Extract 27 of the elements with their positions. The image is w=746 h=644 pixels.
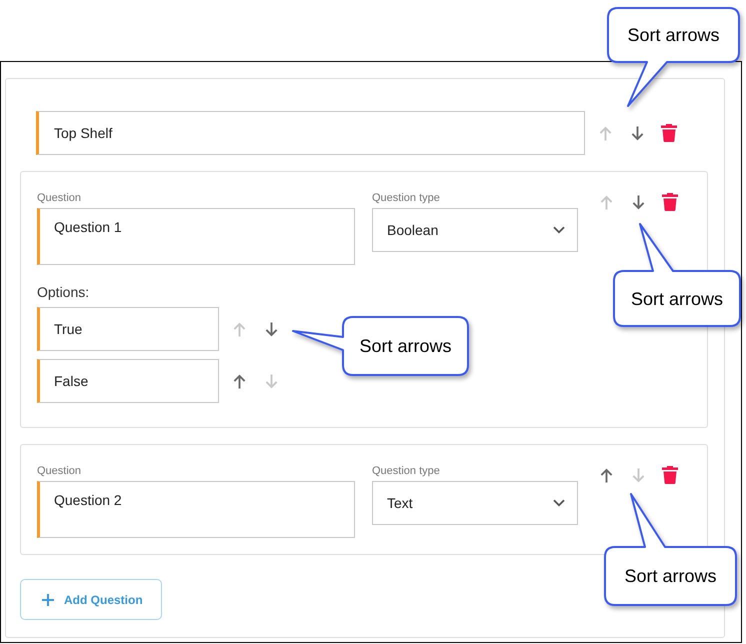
arrow-down-icon[interactable] bbox=[265, 322, 278, 336]
callout-text: Sort arrows bbox=[630, 288, 724, 310]
arrow-up-icon[interactable] bbox=[233, 374, 246, 388]
callout-text: Sort arrows bbox=[624, 565, 717, 587]
trash-icon[interactable] bbox=[662, 466, 678, 484]
chevron-down-icon bbox=[553, 499, 565, 507]
callout-text: Sort arrows bbox=[359, 335, 452, 357]
question-input[interactable]: Question 2 bbox=[37, 481, 355, 538]
field-label: Question bbox=[37, 465, 82, 478]
field-label: Question type bbox=[372, 192, 440, 205]
field-label: Question type bbox=[372, 465, 440, 478]
callout-text: Sort arrows bbox=[627, 24, 720, 46]
plus-icon bbox=[42, 594, 54, 606]
arrow-down-icon[interactable] bbox=[632, 194, 645, 210]
question-input[interactable]: Question 1 bbox=[37, 208, 355, 265]
trash-icon[interactable] bbox=[662, 193, 678, 211]
arrow-down-icon[interactable] bbox=[631, 126, 644, 140]
arrow-up-icon[interactable] bbox=[600, 468, 613, 482]
option-input[interactable]: False bbox=[37, 359, 219, 403]
option-input[interactable]: True bbox=[37, 307, 219, 351]
chevron-down-icon bbox=[553, 226, 565, 234]
trash-icon[interactable] bbox=[661, 124, 677, 142]
question-type-select[interactable]: Text bbox=[372, 481, 578, 525]
question-type-select[interactable]: Boolean bbox=[372, 208, 578, 252]
shelf-name-input[interactable]: Top Shelf bbox=[36, 111, 585, 155]
options-label: Options: bbox=[37, 283, 90, 301]
field-label: Question bbox=[37, 192, 82, 205]
